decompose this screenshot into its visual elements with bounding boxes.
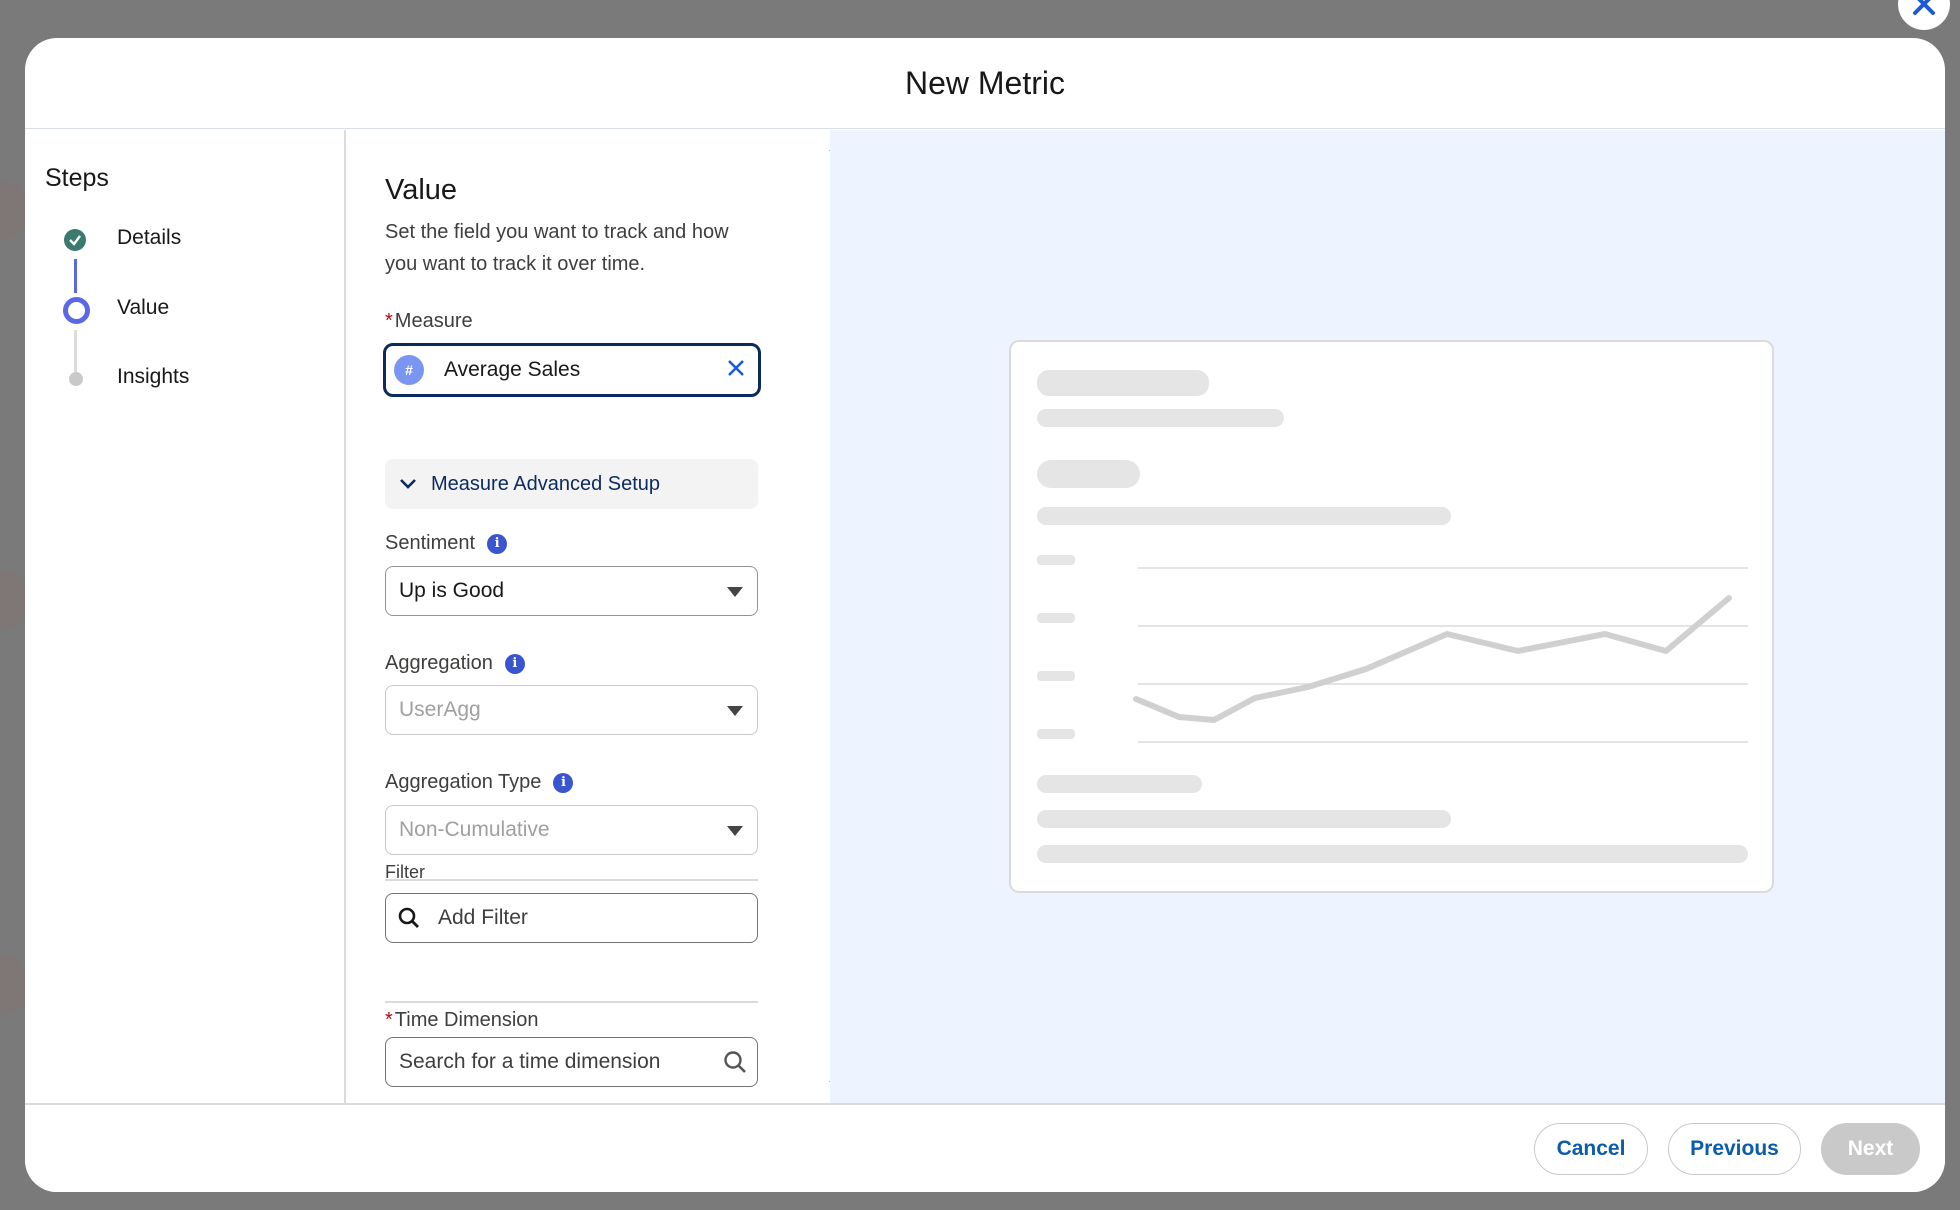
dropdown-caret-icon [727,587,743,597]
aggregation-value: UserAgg [399,698,481,721]
measure-value: Average Sales [444,358,581,381]
divider [385,879,758,881]
step-connector [74,330,77,374]
time-dimension-search-input[interactable]: Search for a time dimension [385,1037,758,1087]
aggregation-select[interactable]: UserAgg [385,685,758,735]
filter-label: Filter [385,862,425,882]
previous-button[interactable]: Previous [1668,1123,1801,1175]
next-button[interactable]: Next [1821,1123,1920,1175]
form-scrollbar[interactable] [823,130,830,1103]
skeleton-line [1037,845,1748,863]
required-marker: * [385,1009,393,1031]
dropdown-caret-icon [727,706,743,716]
search-icon [724,1051,746,1073]
cancel-button[interactable]: Cancel [1534,1123,1648,1175]
skeleton-line [1037,810,1451,828]
add-filter-placeholder: Add Filter [438,906,528,929]
modal-body: Steps Details Value Insights Value Set t… [25,130,1945,1103]
step-complete-icon [64,229,86,251]
preview-card-skeleton [1009,340,1774,893]
time-dimension-label: * Time Dimension [385,1009,539,1031]
metric-preview-panel [830,130,1945,1103]
aggregation-type-value: Non-Cumulative [399,818,550,841]
aggregation-type-select[interactable]: Non-Cumulative [385,805,758,855]
search-icon [398,907,419,928]
required-marker: * [385,310,393,332]
step-upcoming-icon [69,372,83,386]
steps-title: Steps [45,164,109,192]
step-label: Value [117,296,170,319]
advanced-setup-label: Measure Advanced Setup [431,472,661,495]
chevron-down-icon [399,473,417,496]
measure-selected-pill[interactable]: # Average Sales [383,343,761,397]
modal-title: New Metric [904,64,1065,101]
measure-advanced-setup-toggle[interactable]: Measure Advanced Setup [385,459,758,509]
step-connector [74,259,77,293]
aggregation-label: Aggregation i [385,652,525,675]
value-form-panel: Value Set the field you want to track an… [348,130,830,1103]
time-dimension-placeholder: Search for a time dimension [399,1050,661,1073]
dropdown-caret-icon [727,826,743,836]
step-label: Details [117,226,182,249]
step-current-icon [63,297,90,324]
sentiment-label: Sentiment i [385,532,508,555]
info-icon[interactable]: i [504,653,525,674]
close-modal-button[interactable] [1898,0,1950,30]
info-icon[interactable]: i [487,533,508,554]
section-title: Value [385,174,458,206]
add-filter-input[interactable]: Add Filter [385,893,758,943]
modal-footer: Cancel Previous Next [25,1103,1945,1192]
step-label: Insights [117,365,190,388]
steps-sidebar: Steps Details Value Insights [25,130,346,1103]
new-metric-modal: New Metric Steps Details Value Insights [25,38,1945,1192]
skeleton-line [1037,775,1202,793]
info-icon[interactable]: i [553,772,574,793]
divider [385,1001,758,1003]
sentiment-select[interactable]: Up is Good [385,566,758,616]
clear-icon[interactable] [726,357,746,385]
sentiment-value: Up is Good [399,579,505,602]
number-field-icon: # [394,355,424,385]
close-icon [1913,0,1935,15]
measure-label: * Measure [385,310,473,332]
section-description: Set the field you want to track and how … [385,221,729,275]
aggregation-type-label: Aggregation Type i [385,771,574,794]
modal-header: New Metric [25,38,1945,129]
